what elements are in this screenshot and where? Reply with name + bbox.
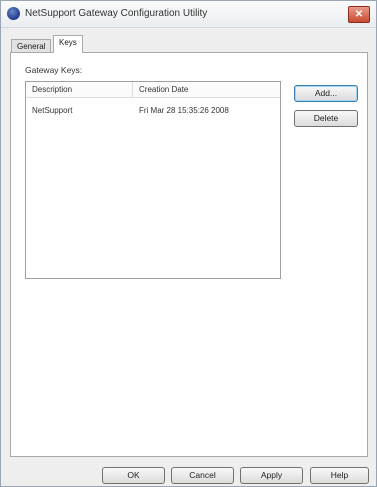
add-key-button[interactable]: Add... xyxy=(294,85,358,102)
tab-keys[interactable]: Keys xyxy=(53,35,83,53)
key-creation-date-cell: Fri Mar 28 15:35:26 2008 xyxy=(139,106,229,115)
cancel-button[interactable]: Cancel xyxy=(171,467,234,484)
column-header-creation-date[interactable]: Creation Date xyxy=(133,82,280,98)
apply-button[interactable]: Apply xyxy=(240,467,303,484)
help-button[interactable]: Help xyxy=(310,467,369,484)
title-bar[interactable]: NetSupport Gateway Configuration Utility… xyxy=(1,1,376,28)
list-item[interactable]: NetSupport Fri Mar 28 15:35:26 2008 xyxy=(26,104,280,118)
ok-button[interactable]: OK xyxy=(102,467,165,484)
gateway-keys-label: Gateway Keys: xyxy=(25,65,83,75)
netsupport-app-icon xyxy=(7,7,20,20)
key-description-cell: NetSupport xyxy=(32,106,73,115)
dialog-window: NetSupport Gateway Configuration Utility… xyxy=(0,0,377,487)
gateway-keys-list[interactable]: Description Creation Date NetSupport Fri… xyxy=(25,81,281,279)
close-button[interactable]: ✕ xyxy=(348,6,370,23)
window-title: NetSupport Gateway Configuration Utility xyxy=(25,8,208,19)
delete-key-button[interactable]: Delete xyxy=(294,110,358,127)
column-header-description[interactable]: Description xyxy=(26,82,133,98)
tab-general[interactable]: General xyxy=(11,39,52,52)
